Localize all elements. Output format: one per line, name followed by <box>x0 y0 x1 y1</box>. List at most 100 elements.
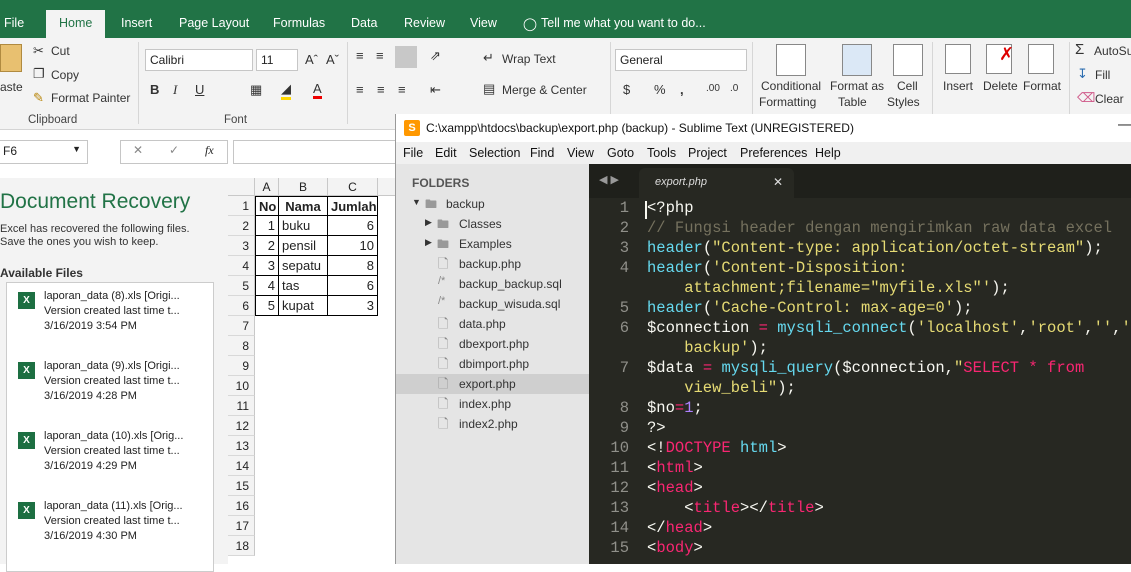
row-header[interactable]: 4 <box>228 256 255 276</box>
menu-edit[interactable]: Edit <box>435 146 457 160</box>
row-header[interactable]: 3 <box>228 236 255 256</box>
recovery-file-item[interactable]: X laporan_data (8).xls [Origi... Version… <box>16 290 212 350</box>
table-cell[interactable]: 4 <box>255 276 279 296</box>
copy-button[interactable]: Copy <box>51 68 79 82</box>
menu-tools[interactable]: Tools <box>647 146 676 160</box>
row-header[interactable]: 12 <box>228 416 255 436</box>
row-header[interactable]: 1 <box>228 196 255 216</box>
paste-icon[interactable] <box>0 44 22 72</box>
enter-icon[interactable]: ✓ <box>169 143 179 157</box>
table-cell[interactable]: 2 <box>255 236 279 256</box>
sidebar-file-item[interactable]: 🗋 data.php <box>396 314 589 334</box>
column-header[interactable]: C <box>328 178 378 196</box>
select-all-corner[interactable] <box>228 178 255 196</box>
row-header[interactable]: 2 <box>228 216 255 236</box>
clear-button[interactable]: Clear <box>1095 92 1124 106</box>
menu-selection[interactable]: Selection <box>469 146 520 160</box>
table-cell[interactable]: 5 <box>255 296 279 316</box>
conditional-formatting-button[interactable]: Conditional <box>761 79 821 93</box>
row-header[interactable]: 13 <box>228 436 255 456</box>
row-header[interactable]: 8 <box>228 336 255 356</box>
tab-nav-arrows-icon[interactable]: ◀ ▶ <box>599 173 619 186</box>
row-header[interactable]: 16 <box>228 496 255 516</box>
table-cell[interactable]: 3 <box>328 296 378 316</box>
close-icon[interactable]: ✕ <box>773 175 783 189</box>
format-as-table-button[interactable]: Format as <box>830 79 884 93</box>
table-cell[interactable]: 6 <box>328 276 378 296</box>
currency-icon[interactable]: $ <box>623 82 630 97</box>
sidebar-file-item[interactable]: 🗋 dbexport.php <box>396 334 589 354</box>
row-header[interactable]: 15 <box>228 476 255 496</box>
sidebar-file-item[interactable]: /* backup_wisuda.sql <box>396 294 589 314</box>
menu-view[interactable]: View <box>567 146 594 160</box>
cell-styles-button[interactable]: Cell <box>897 79 918 93</box>
folder-root[interactable]: ▼ 🖿 backup <box>396 194 589 214</box>
recovery-file-item[interactable]: X laporan_data (11).xls [Orig... Version… <box>16 500 212 560</box>
comma-icon[interactable]: , <box>680 82 684 97</box>
table-cell[interactable]: 3 <box>255 256 279 276</box>
conditional-formatting-label[interactable]: Formatting <box>759 95 816 109</box>
table-header-cell[interactable]: Nama <box>279 196 328 216</box>
formula-input[interactable] <box>233 140 403 164</box>
row-header[interactable]: 17 <box>228 516 255 536</box>
underline-button[interactable]: U <box>195 82 204 97</box>
paste-button[interactable]: aste <box>0 80 23 94</box>
indent-icon[interactable]: ⇤ <box>430 82 441 98</box>
font-name-dropdown[interactable]: Calibri <box>145 49 253 71</box>
row-header[interactable]: 6 <box>228 296 255 316</box>
merge-center-button[interactable]: Merge & Center <box>502 83 587 97</box>
sidebar-file-item[interactable]: 🗋 export.php <box>396 374 589 394</box>
percent-icon[interactable]: % <box>654 82 666 97</box>
folder-examples[interactable]: ▶ 🖿 Examples <box>396 234 589 254</box>
table-cell[interactable]: tas <box>279 276 328 296</box>
tell-me-box[interactable]: Tell me what you want to do... <box>541 16 706 30</box>
italic-button[interactable]: I <box>173 82 177 98</box>
wrap-text-button[interactable]: Wrap Text <box>502 52 556 66</box>
menu-goto[interactable]: Goto <box>607 146 634 160</box>
insert-function-icon[interactable]: fx <box>205 143 214 158</box>
font-color-icon[interactable]: A <box>313 81 322 99</box>
tab-export-php[interactable]: export.php ✕ <box>639 168 794 198</box>
tab-file[interactable]: File <box>4 16 24 30</box>
shrink-font-icon[interactable]: Aˇ <box>326 52 339 67</box>
menu-preferences[interactable]: Preferences <box>740 146 807 160</box>
table-cell[interactable]: 1 <box>255 216 279 236</box>
table-cell[interactable]: 6 <box>328 216 378 236</box>
name-box[interactable]: F6 ▼ <box>0 140 88 164</box>
cancel-icon[interactable]: ✕ <box>133 143 143 157</box>
sidebar-file-item[interactable]: /* backup_backup.sql <box>396 274 589 294</box>
column-header[interactable]: A <box>255 178 279 196</box>
menu-file[interactable]: File <box>403 146 423 160</box>
table-cell[interactable]: sepatu <box>279 256 328 276</box>
row-header[interactable]: 5 <box>228 276 255 296</box>
table-cell[interactable]: 8 <box>328 256 378 276</box>
tab-insert[interactable]: Insert <box>121 16 152 30</box>
grow-font-icon[interactable]: Aˆ <box>305 52 318 67</box>
tab-home[interactable]: Home <box>46 10 106 38</box>
insert-button[interactable]: Insert <box>943 79 973 93</box>
sidebar-file-item[interactable]: 🗋 backup.php <box>396 254 589 274</box>
cut-button[interactable]: Cut <box>51 44 70 58</box>
tab-view[interactable]: View <box>470 16 497 30</box>
align-top-icon[interactable]: ≡ <box>356 48 364 63</box>
borders-icon[interactable]: ▦ <box>250 82 262 98</box>
folder-classes[interactable]: ▶ 🖿 Classes <box>396 214 589 234</box>
autosum-button[interactable]: AutoSu <box>1094 44 1131 58</box>
align-bottom-icon[interactable] <box>395 46 417 68</box>
table-cell[interactable]: kupat <box>279 296 328 316</box>
bold-button[interactable]: B <box>150 82 159 97</box>
row-header[interactable]: 18 <box>228 536 255 556</box>
tab-page-layout[interactable]: Page Layout <box>179 16 249 30</box>
format-painter-button[interactable]: Format Painter <box>51 91 130 105</box>
menu-project[interactable]: Project <box>688 146 727 160</box>
menu-find[interactable]: Find <box>530 146 554 160</box>
fill-button[interactable]: Fill <box>1095 68 1110 82</box>
recovery-file-item[interactable]: X laporan_data (10).xls [Orig... Version… <box>16 430 212 490</box>
tab-review[interactable]: Review <box>404 16 445 30</box>
table-cell[interactable]: 10 <box>328 236 378 256</box>
align-right-icon[interactable]: ≡ <box>398 82 406 97</box>
row-header[interactable]: 10 <box>228 376 255 396</box>
tab-data[interactable]: Data <box>351 16 377 30</box>
format-as-table-label[interactable]: Table <box>838 95 867 109</box>
delete-button[interactable]: Delete <box>983 79 1018 93</box>
